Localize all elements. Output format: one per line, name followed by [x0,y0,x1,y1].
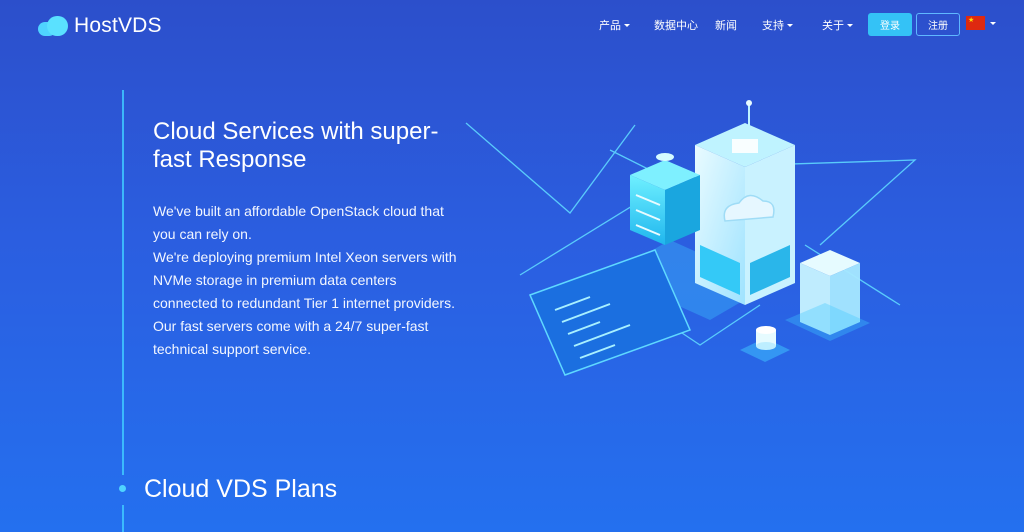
brand-logo[interactable]: HostVDS [38,14,162,38]
nav-label: 新闻 [715,20,737,32]
nav-label: 数据中心 [654,20,698,32]
hero-description-line-1: We've built an affordable OpenStack clou… [153,203,444,242]
cube-icon [785,250,870,341]
nav-label: 产品 [599,20,621,32]
hero-description-line-2: We're deploying premium Intel Xeon serve… [153,249,457,357]
timeline-line-lower [122,505,124,532]
hero-description: We've built an affordable OpenStack clou… [153,200,463,361]
login-button[interactable]: 登录 [868,13,912,36]
site-header: HostVDS 产品 数据中心 新闻 支持 关于 登录 注册 ★ [0,0,1024,50]
timeline-dot [119,485,126,492]
caret-down-icon [787,23,793,27]
server-tower-icon [695,100,795,305]
nav-label: 支持 [762,20,784,32]
plans-section-title: Cloud VDS Plans [144,475,338,503]
brand-name: HostVDS [74,14,162,37]
database-icon [740,326,790,362]
cloud-logo-icon [38,15,70,37]
nav-item-about[interactable]: 关于 [822,17,853,33]
hero-title: Cloud Services with super-fast Response [153,118,439,173]
server-stack-icon [630,153,700,245]
language-caret-icon[interactable] [990,22,996,25]
nav-item-datacenters[interactable]: 数据中心 [654,17,698,33]
caret-down-icon [847,23,853,27]
timeline-line [122,90,124,475]
nav-item-products[interactable]: 产品 [599,17,630,33]
nav-item-news[interactable]: 新闻 [715,17,737,33]
register-button[interactable]: 注册 [916,13,960,36]
nav-item-support[interactable]: 支持 [762,17,793,33]
caret-down-icon [624,23,630,27]
cloud-servers-illustration [465,100,917,376]
cn-flag-icon[interactable]: ★ [966,16,985,30]
nav-label: 关于 [822,20,844,32]
